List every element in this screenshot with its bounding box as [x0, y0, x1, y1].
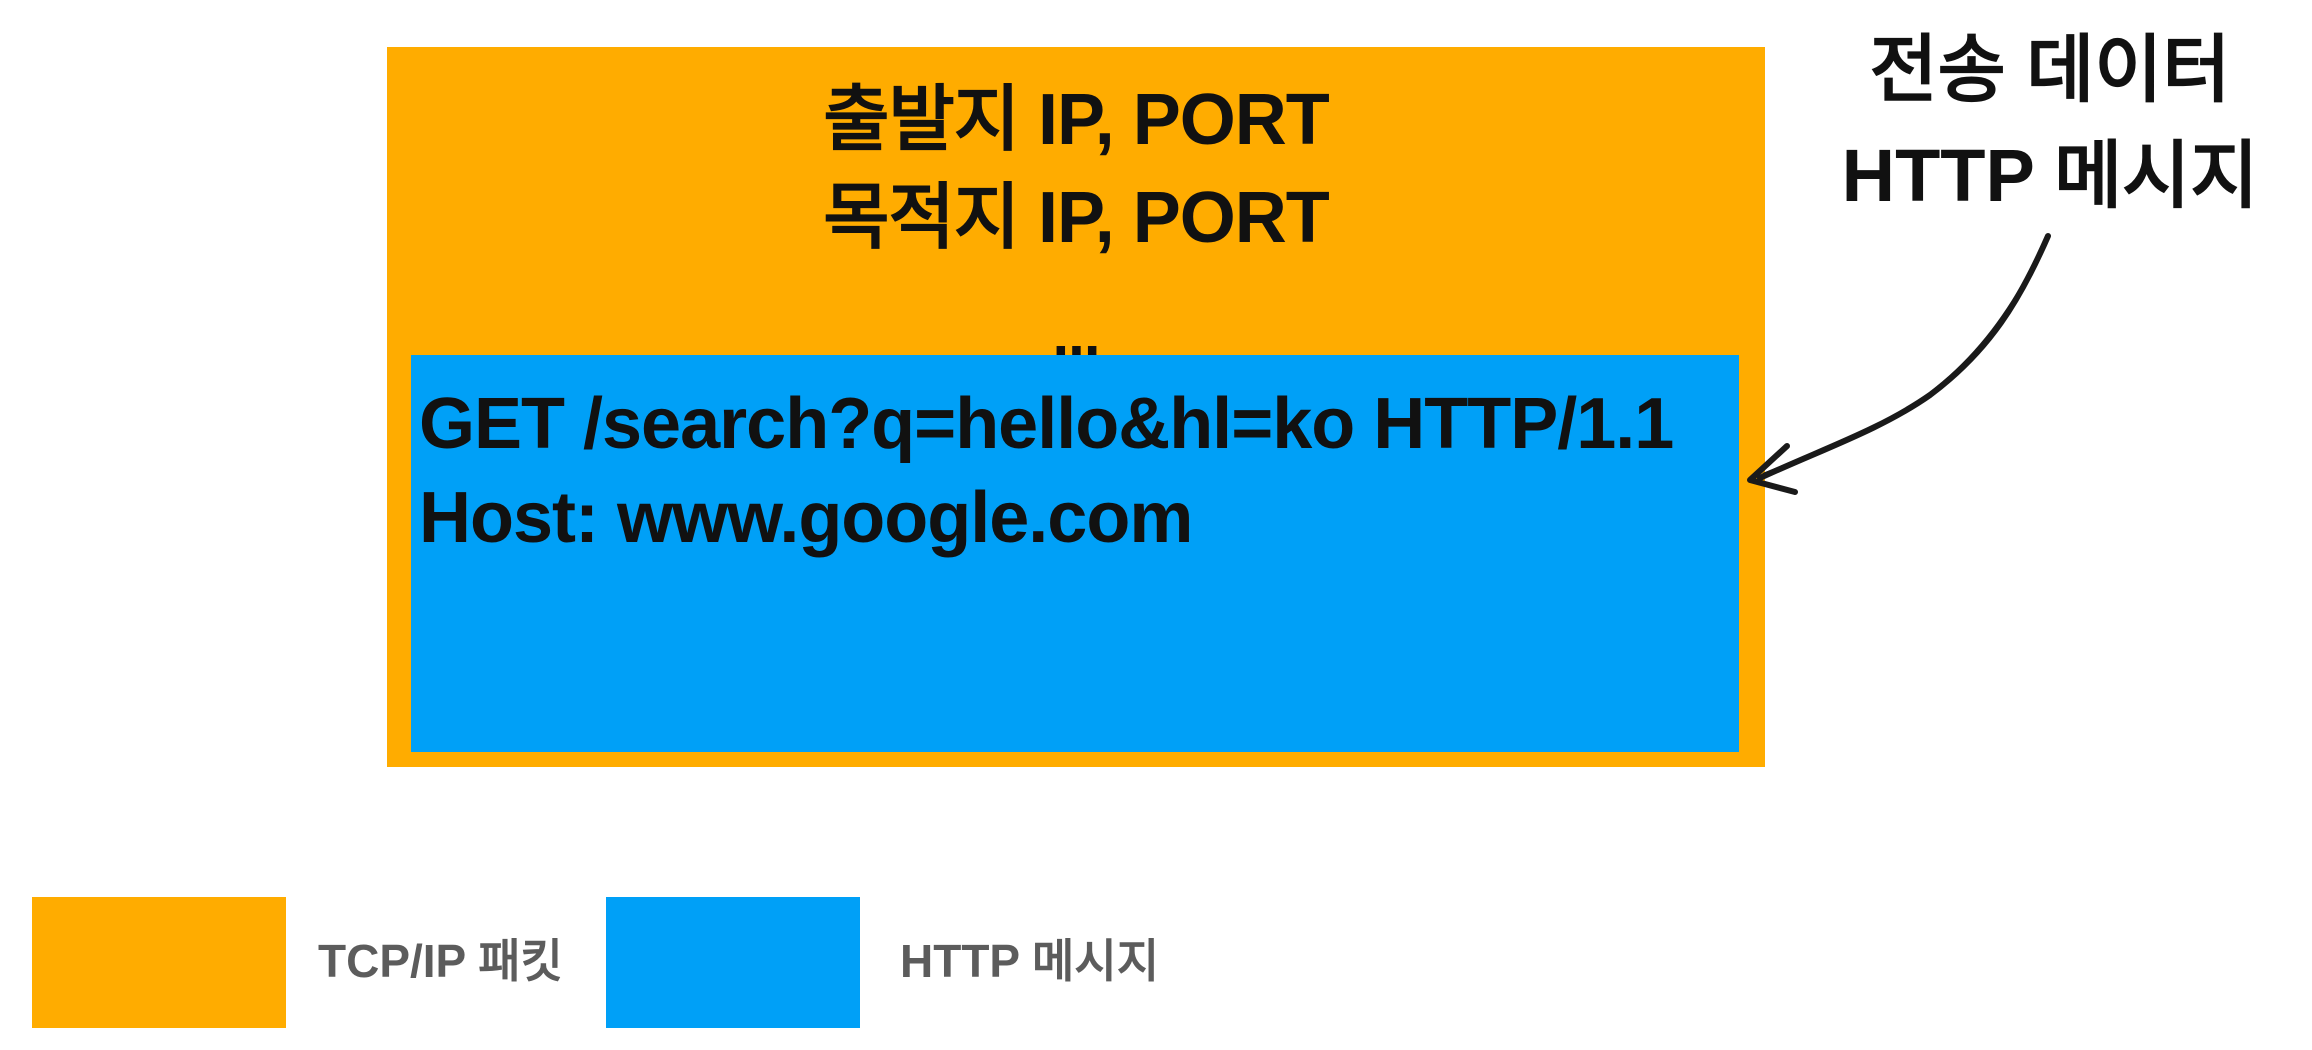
arrow-shaft [1757, 233, 2051, 481]
destination-ip-port-label: 목적지 IP, PORT [823, 178, 1329, 258]
callout-subtitle: HTTP 메시지 [1841, 134, 2259, 217]
legend-label-http: HTTP 메시지 [900, 935, 1160, 987]
tcp-ip-packet-box: 출발지 IP, PORT 목적지 IP, PORT ... GET /searc… [387, 47, 1765, 767]
legend-swatch-http [606, 897, 860, 1028]
request-line: GET /search?q=hello&hl=ko HTTP/1.1 [419, 384, 1674, 464]
host-header-line: Host: www.google.com [419, 478, 1193, 558]
legend-label-tcp-ip: TCP/IP 패킷 [318, 935, 563, 987]
source-ip-port-label: 출발지 IP, PORT [823, 80, 1329, 160]
legend-swatch-tcp-ip [32, 897, 286, 1028]
arrow-shaft-sketch [1762, 244, 2046, 476]
http-message-box: GET /search?q=hello&hl=ko HTTP/1.1 Host:… [411, 355, 1739, 752]
callout-title: 전송 데이터 [1869, 28, 2231, 111]
